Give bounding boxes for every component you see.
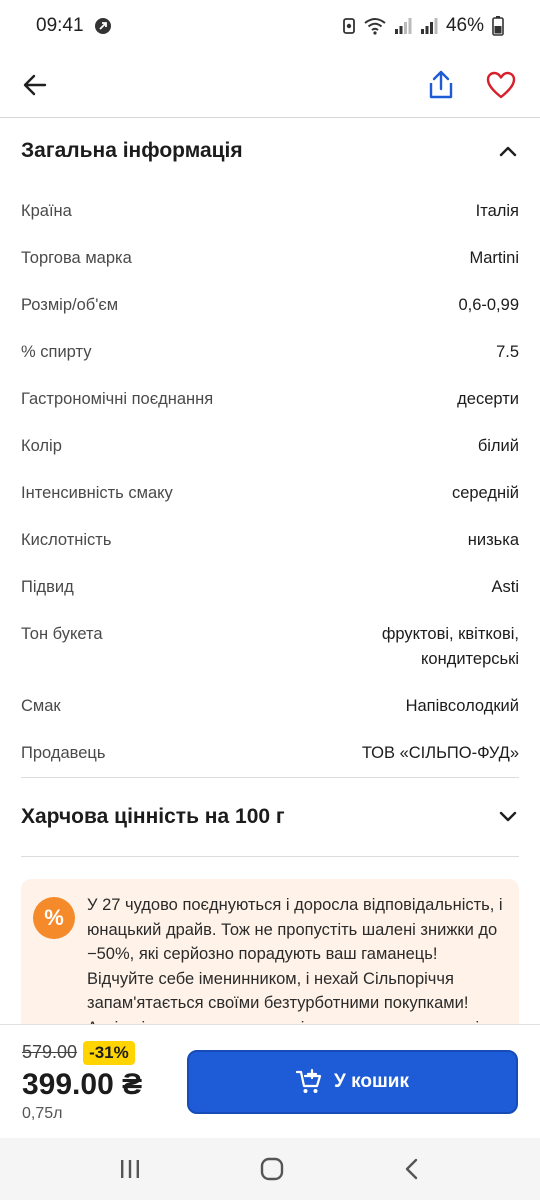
chevron-up-icon[interactable] (498, 144, 518, 158)
favorite-button[interactable] (486, 71, 516, 99)
spec-label: Кислотність (21, 531, 112, 549)
spec-row-acidity: Кислотність низька (21, 517, 519, 564)
spec-row-size: Розмір/об'єм 0,6-0,99 (21, 282, 519, 329)
heart-icon (486, 71, 516, 98)
volume: 0,75л (22, 1104, 63, 1122)
discount-badge: -31% (83, 1040, 135, 1065)
current-price: 399.00 ₴ (22, 1067, 143, 1101)
spec-label: Гастрономічні поєднання (21, 390, 214, 408)
spec-value: Напівсолодкий (405, 697, 519, 715)
chevron-down-icon[interactable] (498, 810, 518, 824)
percent-icon: % (33, 897, 75, 939)
spec-value: ТОВ «СІЛЬПО-ФУД» (361, 744, 519, 762)
price-block: 579.00 -31% 399.00 ₴ 0,75л (22, 1040, 143, 1123)
old-price: 579.00 (22, 1042, 78, 1062)
home-icon[interactable] (259, 1156, 285, 1182)
spec-row-subtype: Підвид Asti (21, 564, 519, 611)
nutrition-title: Харчова цінність на 100 г (21, 805, 285, 828)
signal-icon-2 (420, 17, 438, 35)
spec-list: Країна Італія Торгова марка Martini Розм… (0, 188, 540, 777)
spec-row-intensity: Інтенсивність смаку середній (21, 470, 519, 517)
data-saver-icon (342, 17, 356, 35)
spec-label: Тон букета (21, 625, 103, 643)
spec-label: Колір (21, 437, 62, 455)
spec-value: середній (451, 484, 519, 502)
recent-apps-icon[interactable] (118, 1158, 142, 1180)
general-info-title: Загальна інформація (21, 139, 243, 162)
add-to-cart-label: У кошик (334, 1070, 409, 1092)
spec-row-bouquet: Тон букета фруктові, квіткові, кондитерс… (21, 611, 519, 683)
spec-value: низька (467, 531, 519, 549)
spec-value: десерти (457, 390, 519, 408)
spec-label: Торгова марка (21, 249, 132, 267)
divider (21, 856, 519, 857)
share-button[interactable] (426, 69, 456, 101)
signal-icon (394, 17, 412, 35)
spec-value: Італія (475, 202, 519, 220)
spec-row-alcohol: % спирту 7.5 (21, 329, 519, 376)
battery-percent: 46% (445, 15, 484, 36)
spec-row-country: Країна Італія (21, 188, 519, 235)
spec-row-brand: Торгова марка Martini (21, 235, 519, 282)
promo-text: У 27 чудово поєднуються і доросла відпов… (87, 896, 503, 1025)
spec-label: Розмір/об'єм (21, 296, 119, 314)
add-to-cart-button[interactable]: У кошик (187, 1049, 518, 1114)
spec-value: Martini (469, 249, 519, 267)
spec-row-seller: Продавець ТОВ «СІЛЬПО-ФУД» (21, 730, 519, 777)
status-time: 09:41 (36, 15, 84, 36)
back-nav-icon[interactable] (402, 1157, 422, 1181)
promo-banner: % У 27 чудово поєднуються і доросла відп… (21, 879, 519, 1025)
spec-value: Asti (491, 578, 519, 596)
cart-plus-icon (296, 1068, 322, 1093)
header-actions (426, 69, 520, 101)
battery-icon (492, 16, 504, 36)
spec-row-taste: Смак Напівсолодкий (21, 683, 519, 730)
spec-label: Країна (21, 202, 72, 220)
spec-label: % спирту (21, 343, 92, 361)
system-nav-bar (0, 1138, 540, 1200)
share-icon (429, 70, 453, 98)
status-bar: 09:41 46% (0, 0, 540, 52)
status-left: 09:41 (36, 15, 112, 37)
old-price-row: 579.00 -31% (22, 1040, 142, 1065)
spec-label: Продавець (21, 744, 106, 762)
spec-value: фруктові, квіткові, кондитерські (381, 625, 519, 668)
content[interactable]: Загальна інформація Країна Італія Торгов… (0, 120, 540, 1025)
arrow-left-icon (23, 74, 47, 95)
app-header (0, 52, 540, 118)
spec-value: 7.5 (496, 343, 519, 361)
spec-row-color: Колір білий (21, 423, 519, 470)
spec-value: 0,6-0,99 (458, 296, 519, 314)
purchase-bar: 579.00 -31% 399.00 ₴ 0,75л У кошик (0, 1024, 540, 1138)
status-right: 46% (342, 15, 504, 37)
general-info-header[interactable]: Загальна інформація (0, 120, 540, 182)
back-button[interactable] (20, 70, 50, 100)
nutrition-header[interactable]: Харчова цінність на 100 г (0, 778, 540, 856)
spec-label: Підвид (21, 578, 74, 596)
spec-label: Інтенсивність смаку (21, 484, 173, 502)
spec-row-pairing: Гастрономічні поєднання десерти (21, 376, 519, 423)
wifi-icon (364, 17, 386, 35)
spec-value: білий (477, 437, 519, 455)
notification-icon (94, 17, 112, 35)
spec-label: Смак (21, 697, 61, 715)
